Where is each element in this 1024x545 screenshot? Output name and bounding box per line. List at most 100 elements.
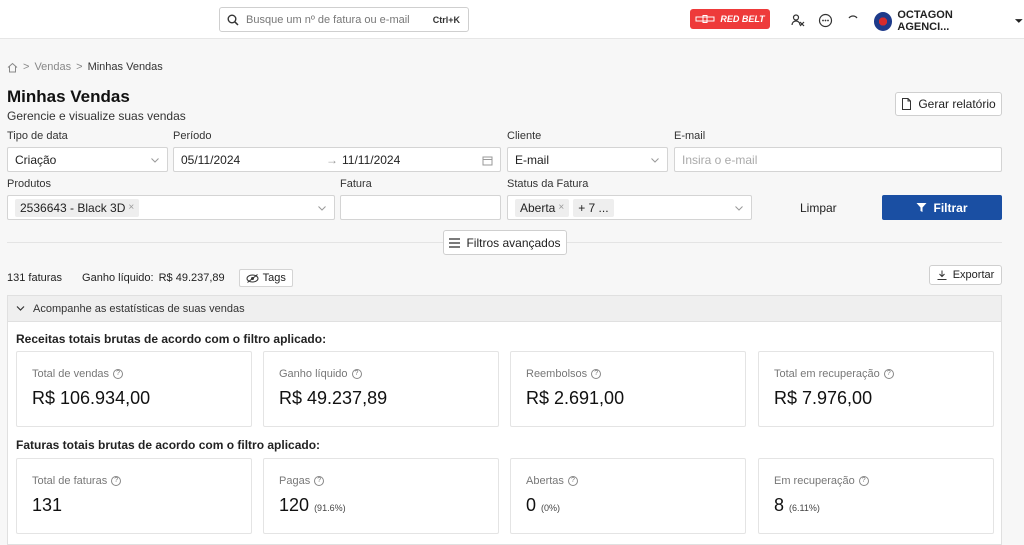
help-icon[interactable]: ? (567, 476, 578, 486)
email-input[interactable] (682, 152, 994, 167)
red-belt-label: RED BELT (720, 14, 765, 24)
date-type-select[interactable]: Criação (7, 147, 168, 172)
stat-label: Reembolsos (526, 368, 588, 380)
help-icon[interactable]: ? (883, 369, 894, 379)
breadcrumb: > Vendas > Minhas Vendas (7, 61, 163, 73)
period-label: Período (173, 130, 212, 142)
stat-label: Total em recuperação (774, 368, 880, 380)
client-select[interactable]: E-mail (507, 147, 668, 172)
help-icon[interactable]: ? (591, 369, 602, 379)
stat-percent: (6.11%) (789, 503, 820, 513)
products-label: Produtos (7, 178, 52, 190)
invoice-field[interactable] (340, 195, 501, 220)
menu-icon (449, 237, 461, 248)
status-label: Status da Fatura (507, 178, 589, 190)
chevron-down-icon (735, 206, 743, 211)
stat-value: R$ 7.976,00 (774, 388, 873, 408)
chevron-down-icon (151, 158, 159, 163)
stat-number: 131 (32, 495, 63, 515)
filter-button[interactable]: Filtrar (882, 195, 1002, 220)
stat-number: 8 (774, 495, 785, 515)
search-box[interactable]: Ctrl+K (219, 7, 469, 32)
stat-card-open: Abertas? 0 (0%) (510, 458, 746, 534)
stat-label: Total de faturas (32, 475, 108, 487)
product-tag-label: 2536643 - Black 3D (20, 200, 126, 215)
product-tag: 2536643 - Black 3D × (15, 198, 140, 217)
stat-card-total-sales: Total de vendas? R$ 106.934,00 (16, 351, 252, 427)
period-end[interactable]: 11/11/2024 (342, 153, 400, 167)
chevron-down-icon (16, 306, 25, 311)
filter-button-label: Filtrar (933, 200, 968, 215)
breadcrumb-parent[interactable]: Vendas (34, 61, 71, 73)
top-bar: Ctrl+K RED BELT OCTAGON AGENCI... (0, 0, 1024, 39)
export-button[interactable]: Exportar (929, 265, 1002, 285)
date-type-label: Tipo de data (7, 130, 68, 142)
stats-header-label: Acompanhe as estatísticas de suas vendas (33, 302, 245, 315)
red-belt-badge[interactable]: RED BELT (690, 9, 770, 29)
close-icon[interactable]: × (558, 202, 564, 213)
client-label: Cliente (507, 130, 542, 142)
page-title: Minhas Vendas (7, 87, 130, 106)
tags-button[interactable]: Tags (238, 269, 293, 287)
arrow-right-icon: → (326, 152, 338, 167)
stat-value: R$ 49.237,89 (279, 388, 388, 408)
summary-bar: 131 faturas Ganho líquido: R$ 49.237,89 … (7, 269, 293, 287)
clear-button[interactable]: Limpar (800, 201, 837, 215)
download-icon (937, 270, 947, 280)
date-type-value: Criação (15, 152, 57, 167)
account-menu[interactable]: OCTAGON AGENCI... (874, 9, 1024, 33)
invoice-label: Fatura (340, 178, 372, 190)
stat-label: Ganho líquido (279, 368, 348, 380)
eye-off-icon (246, 273, 259, 283)
chat-icon[interactable] (816, 11, 834, 29)
search-icon (220, 14, 246, 26)
net-gain-label: Ganho líquido: (82, 272, 154, 284)
invoice-count: 131 faturas (7, 272, 63, 284)
status-select[interactable]: Aberta × + 7 ... (507, 195, 752, 220)
stat-value: 131 (32, 495, 62, 516)
generate-report-button[interactable]: Gerar relatório (895, 92, 1002, 116)
close-icon[interactable]: × (128, 202, 134, 213)
help-icon[interactable]: ? (113, 369, 124, 379)
email-field[interactable] (674, 147, 1002, 172)
search-shortcut: Ctrl+K (432, 14, 460, 25)
net-gain-value: R$ 49.237,89 (158, 272, 225, 284)
account-name: OCTAGON AGENCI... (897, 9, 953, 33)
generate-report-label: Gerar relatório (918, 97, 996, 111)
period-start[interactable]: 05/11/2024 (181, 153, 240, 167)
stat-value: 8 (6.11%) (774, 495, 820, 516)
stat-value: R$ 106.934,00 (32, 388, 151, 408)
advanced-filters-button[interactable]: Filtros avançados (443, 230, 567, 255)
status-tag: Aberta × (515, 198, 570, 217)
invoices-section-title: Faturas totais brutas de acordo com o fi… (16, 438, 321, 452)
stat-number: 120 (279, 495, 310, 515)
document-icon (902, 98, 912, 110)
avatar (874, 11, 893, 31)
page-subtitle: Gerencie e visualize suas vendas (7, 109, 186, 123)
stat-label: Total de vendas (32, 368, 110, 380)
filter-icon (916, 203, 927, 212)
stat-percent: (91.6%) (314, 503, 346, 513)
chevron-down-icon (651, 158, 659, 163)
home-icon[interactable] (7, 62, 18, 73)
stat-card-total-invoices: Total de faturas? 131 (16, 458, 252, 534)
period-range-picker[interactable]: 05/11/2024 → 11/11/2024 (173, 147, 501, 172)
help-icon[interactable]: ? (314, 476, 325, 486)
help-icon[interactable]: ? (858, 476, 869, 486)
search-input[interactable] (246, 13, 433, 26)
users-icon[interactable] (789, 11, 807, 29)
stats-panel: Acompanhe as estatísticas de suas vendas… (7, 295, 1002, 545)
stat-percent: (0%) (541, 503, 561, 513)
invoice-input[interactable] (348, 200, 493, 215)
stat-value: 120 (91.6%) (279, 495, 346, 516)
stats-header[interactable]: Acompanhe as estatísticas de suas vendas (8, 296, 1001, 322)
stat-label: Abertas (526, 475, 564, 487)
help-icon[interactable]: ? (351, 369, 362, 379)
stat-card-in-recovery: Em recuperação? 8 (6.11%) (758, 458, 994, 534)
client-value: E-mail (515, 152, 550, 167)
stat-card-refunds: Reembolsos? R$ 2.691,00 (510, 351, 746, 427)
stat-label: Em recuperação (774, 475, 855, 487)
products-select[interactable]: 2536643 - Black 3D × (7, 195, 335, 220)
help-icon[interactable]: ? (111, 476, 122, 486)
stat-card-recovery: Total em recuperação? R$ 7.976,00 (758, 351, 994, 427)
